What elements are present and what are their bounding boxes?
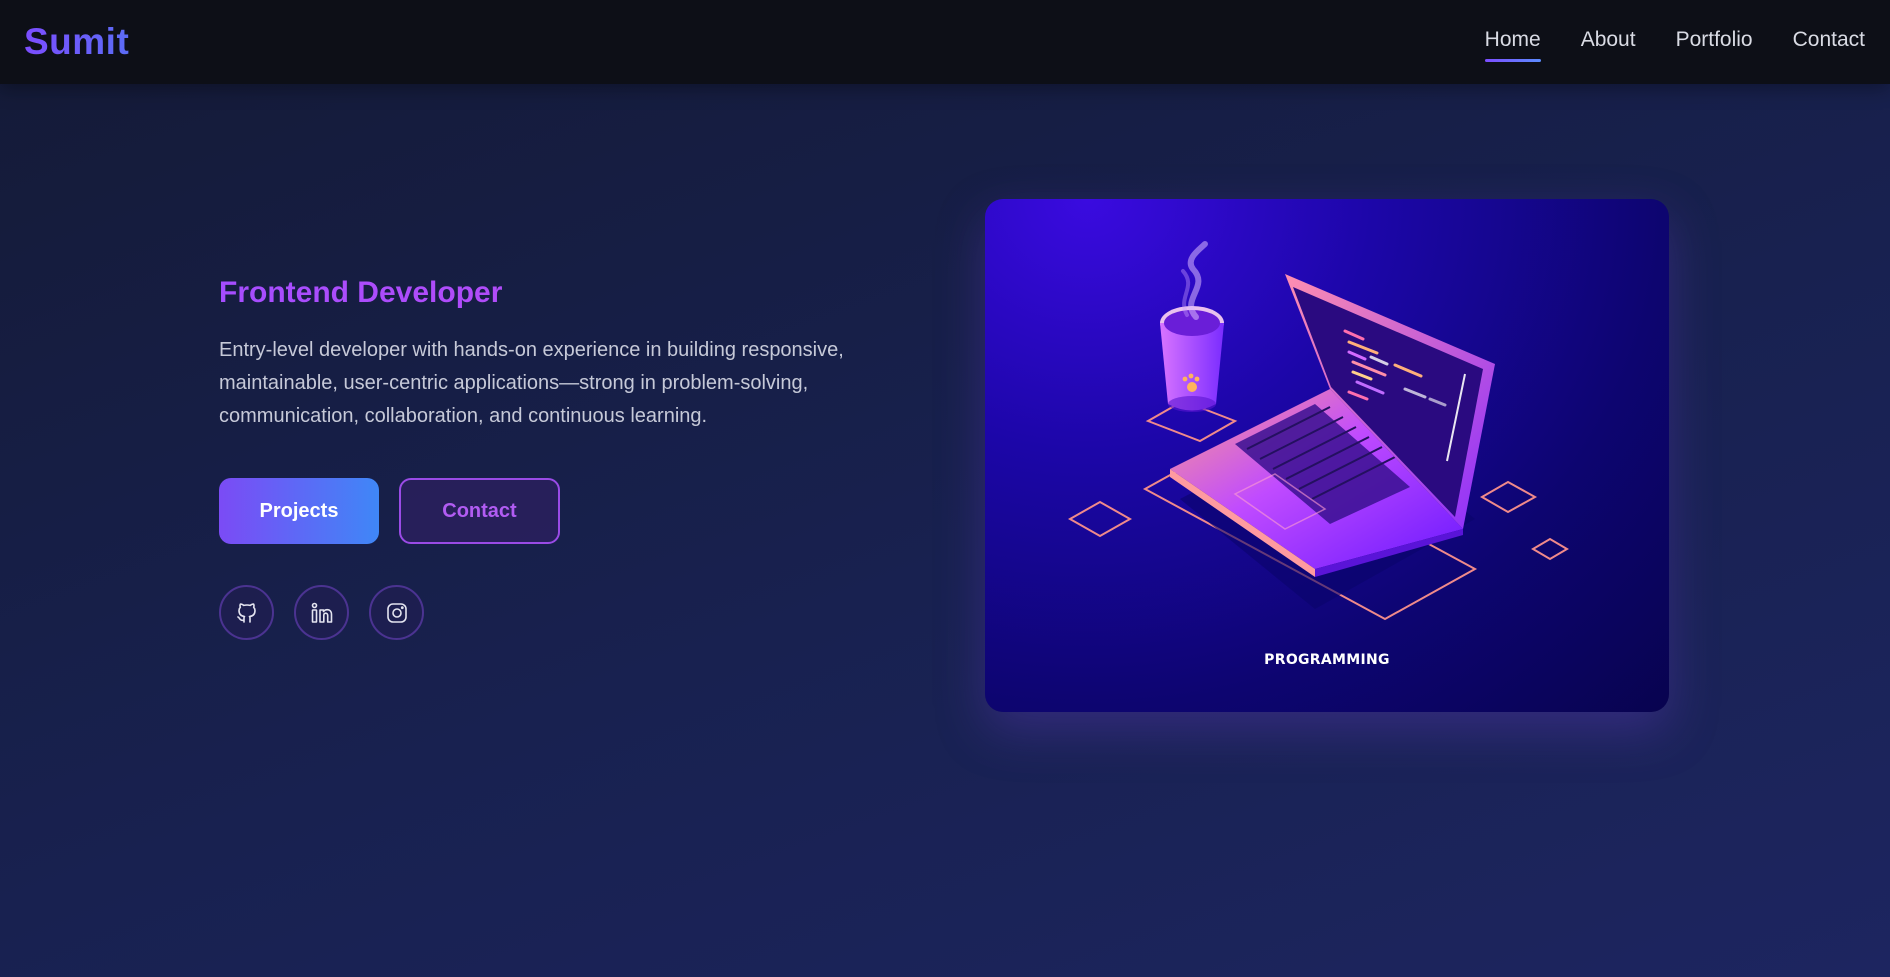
- linkedin-link[interactable]: [294, 585, 349, 640]
- illustration-caption: PROGRAMMING: [1264, 652, 1390, 668]
- hero-actions: Projects Contact: [219, 478, 899, 544]
- hero-illustration: PROGRAMMING: [985, 199, 1669, 712]
- linkedin-icon: [311, 602, 332, 623]
- projects-button[interactable]: Projects: [219, 478, 379, 544]
- contact-button[interactable]: Contact: [399, 478, 560, 544]
- hero-description: Entry-level developer with hands-on expe…: [219, 339, 844, 427]
- github-link[interactable]: [219, 585, 274, 640]
- nav-portfolio[interactable]: Portfolio: [1676, 22, 1753, 62]
- nav-home[interactable]: Home: [1484, 22, 1541, 62]
- laptop-coffee-illustration: [1067, 241, 1569, 621]
- instagram-icon: [386, 602, 407, 623]
- social-links: [219, 585, 899, 640]
- hero-text: Frontend Developer Entry-level developer…: [219, 276, 899, 640]
- navbar: Sumit Home About Portfolio Contact: [0, 0, 1890, 84]
- nav-links: Home About Portfolio Contact: [1484, 22, 1865, 62]
- nav-about[interactable]: About: [1581, 22, 1636, 62]
- nav-contact[interactable]: Contact: [1793, 22, 1865, 62]
- instagram-link[interactable]: [369, 585, 424, 640]
- brand-logo[interactable]: Sumit: [24, 21, 129, 63]
- github-icon: [236, 602, 256, 623]
- hero-role: Frontend Developer: [219, 276, 899, 310]
